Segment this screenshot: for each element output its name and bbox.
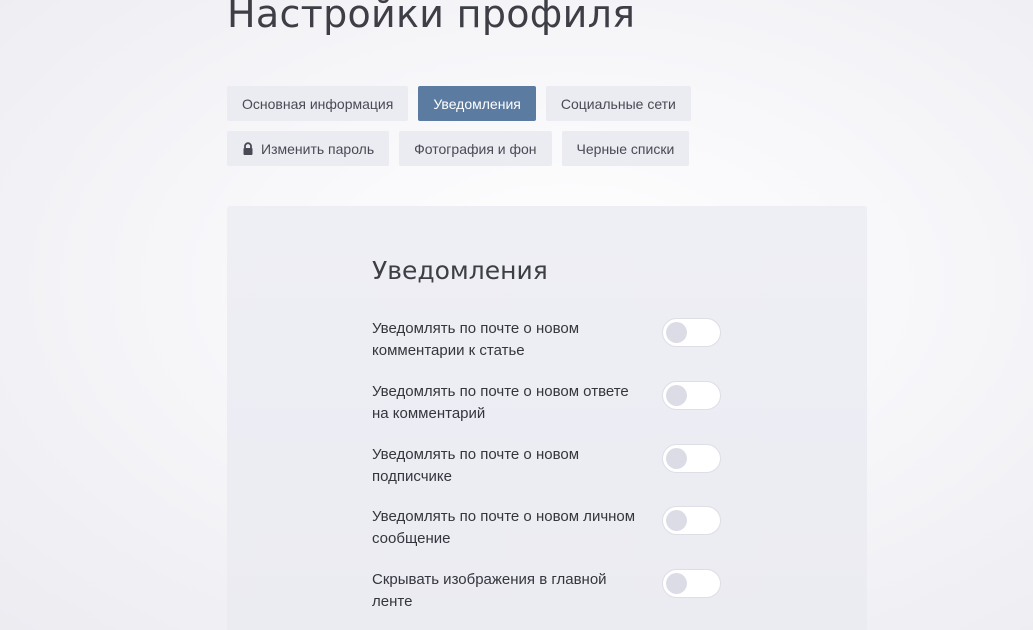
- setting-label: Уведомлять по почте о новом ответе на ко…: [372, 383, 629, 422]
- toggle-switch[interactable]: [662, 444, 721, 473]
- toggle-switch[interactable]: [662, 569, 721, 598]
- panel-title: Уведомления: [372, 256, 548, 285]
- toggle-switch[interactable]: [662, 381, 721, 410]
- toggle-switch[interactable]: [662, 506, 721, 535]
- toggle-switch[interactable]: [662, 318, 721, 347]
- tab-change-password[interactable]: Изменить пароль: [227, 131, 390, 166]
- setting-label: Уведомлять по почте о новом комментарии …: [372, 320, 580, 359]
- tab-label: Фотография и фон: [414, 140, 537, 157]
- tab-photo-background[interactable]: Фотография и фон: [399, 131, 552, 166]
- tab-label: Социальные сети: [560, 95, 676, 112]
- setting-comment-on-article: Уведомлять по почте о новом комментарии …: [372, 318, 722, 362]
- tab-social-networks[interactable]: Социальные сети: [545, 86, 691, 121]
- setting-private-message: Уведомлять по почте о новом личном сообщ…: [372, 506, 722, 550]
- tab-label: Черные списки: [576, 140, 675, 157]
- toggle-knob: [666, 510, 687, 531]
- toggle-knob: [666, 385, 687, 406]
- tabs-row-2: Изменить пароль Фотография и фон Черные …: [227, 131, 690, 166]
- setting-hide-feed-images: Скрывать изображения в главной ленте: [372, 569, 722, 613]
- toggle-knob: [666, 573, 687, 594]
- notifications-panel: Уведомления Уведомлять по почте о новом …: [227, 206, 867, 630]
- setting-label: Скрывать изображения в главной ленте: [372, 571, 607, 610]
- setting-label: Уведомлять по почте о новом подписчике: [372, 446, 580, 485]
- toggle-knob: [666, 448, 687, 469]
- toggle-knob: [666, 322, 687, 343]
- tab-label: Уведомления: [433, 95, 521, 112]
- setting-reply-to-comment: Уведомлять по почте о новом ответе на ко…: [372, 381, 722, 425]
- setting-label: Уведомлять по почте о новом личном сообщ…: [372, 508, 636, 547]
- page-title: Настройки профиля: [227, 0, 636, 36]
- setting-new-subscriber: Уведомлять по почте о новом подписчике: [372, 444, 722, 488]
- tab-label: Основная информация: [242, 95, 394, 112]
- lock-icon: [242, 141, 254, 156]
- tab-label: Изменить пароль: [261, 140, 375, 157]
- tab-notifications[interactable]: Уведомления: [418, 86, 536, 121]
- tab-basic-info[interactable]: Основная информация: [227, 86, 409, 121]
- tabs-row-1: Основная информация Уведомления Социальн…: [227, 86, 691, 121]
- tab-blacklists[interactable]: Черные списки: [561, 131, 690, 166]
